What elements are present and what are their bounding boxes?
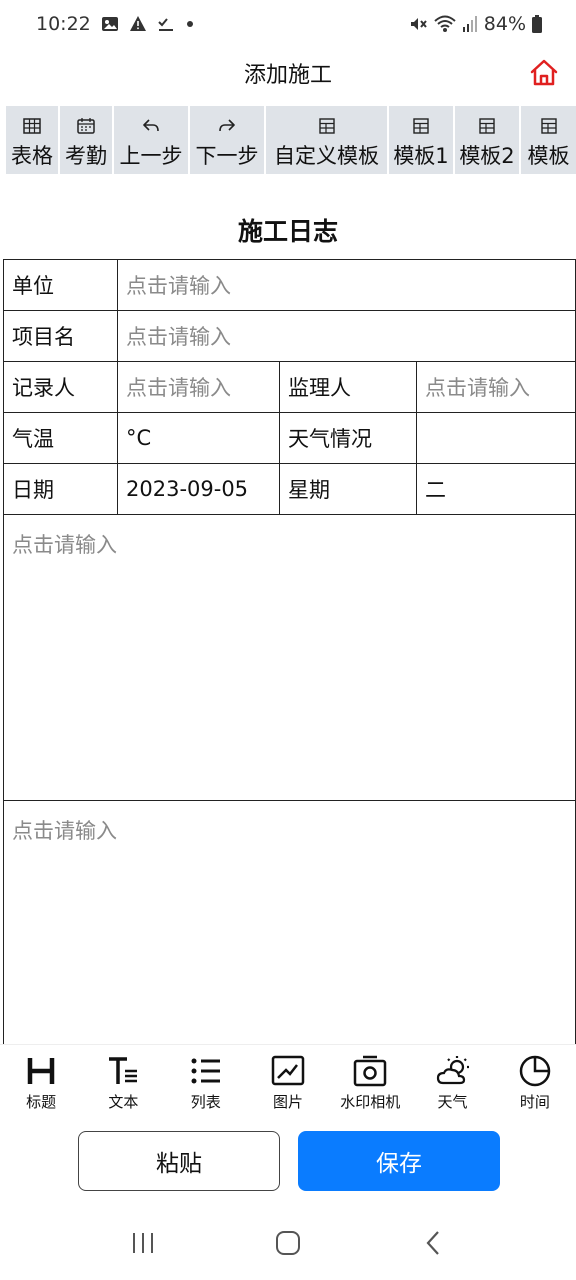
home-button[interactable] <box>526 54 562 90</box>
status-bar: 10:22 84% <box>0 0 576 48</box>
home-nav-icon <box>275 1231 300 1255</box>
action-bar: 粘贴 保存 <box>0 1118 576 1206</box>
text-button[interactable]: 文本 <box>82 1045 164 1118</box>
camera-icon <box>354 1055 387 1087</box>
table-row: 项目名 点击请输入 <box>3 310 576 362</box>
save-button[interactable]: 保存 <box>298 1131 500 1191</box>
template-icon <box>540 118 557 134</box>
dot-icon <box>185 19 195 29</box>
document-title: 施工日志 <box>237 217 338 246</box>
home-icon <box>530 59 558 86</box>
weather-button[interactable]: 天气 <box>411 1045 493 1118</box>
temperature-input[interactable]: °C <box>117 412 280 464</box>
home-nav-button[interactable] <box>258 1218 318 1268</box>
calendar-icon <box>77 118 95 134</box>
temperature-label: 气温 <box>3 412 118 464</box>
project-input[interactable]: 点击请输入 <box>116 310 576 362</box>
recorder-label: 记录人 <box>3 361 118 413</box>
heading-icon <box>27 1058 55 1084</box>
recent-apps-icon <box>132 1233 153 1253</box>
template-icon <box>318 118 335 134</box>
project-label: 项目名 <box>3 310 118 362</box>
recorder-input[interactable]: 点击请输入 <box>117 361 280 413</box>
list-icon <box>191 1058 220 1084</box>
undo-button[interactable]: 上一步 <box>114 106 188 174</box>
template3-button[interactable]: 模板 <box>521 106 576 174</box>
toolbar: 表格 考勤 上一步 下一步 自定义模板 模板1 模板2 模板 <box>6 106 576 174</box>
template2-button[interactable]: 模板2 <box>455 106 519 174</box>
signal-icon <box>462 15 478 33</box>
table-row: 点击请输入 <box>2 800 576 1051</box>
recent-apps-button[interactable] <box>113 1218 173 1268</box>
table-row: 气温 °C 天气情况 <box>3 412 576 464</box>
custom-template-button[interactable]: 自定义模板 <box>266 106 387 174</box>
content-textarea-2[interactable]: 点击请输入 <box>2 800 576 1051</box>
insert-toolbar: 标题 文本 列表 图片 水印相机 天气 时间 <box>0 1044 576 1118</box>
table-row: 记录人 点击请输入 监理人 点击请输入 <box>3 361 576 413</box>
table-row: 日期 2023-09-05 星期 二 <box>3 463 576 515</box>
unit-label: 单位 <box>3 259 118 311</box>
content-textarea-1[interactable]: 点击请输入 <box>2 514 576 801</box>
battery-percent: 84% <box>483 13 526 35</box>
back-icon <box>426 1231 440 1255</box>
clock-icon <box>519 1055 551 1087</box>
image-icon <box>101 15 119 33</box>
construction-log-table: 单位 点击请输入 项目名 点击请输入 记录人 点击请输入 监理人 点击请输入 气… <box>2 259 576 1051</box>
mute-icon <box>408 14 428 34</box>
header: 添加施工 <box>0 48 576 98</box>
unit-input[interactable]: 点击请输入 <box>116 259 576 311</box>
back-button[interactable] <box>403 1218 463 1268</box>
watermark-camera-button[interactable]: 水印相机 <box>329 1045 411 1118</box>
picture-icon <box>271 1055 305 1086</box>
checklist-icon <box>157 15 175 33</box>
supervisor-label: 监理人 <box>279 361 417 413</box>
redo-button[interactable]: 下一步 <box>190 106 264 174</box>
text-icon <box>109 1057 138 1084</box>
table-icon <box>23 118 41 134</box>
attendance-button[interactable]: 考勤 <box>60 106 112 174</box>
supervisor-input[interactable]: 点击请输入 <box>415 361 576 413</box>
status-time: 10:22 <box>36 13 91 35</box>
weather-label: 天气情况 <box>279 412 417 464</box>
table-button[interactable]: 表格 <box>6 106 58 174</box>
time-button[interactable]: 时间 <box>494 1045 576 1118</box>
date-label: 日期 <box>3 463 118 515</box>
wifi-icon <box>434 15 456 33</box>
page-title: 添加施工 <box>243 63 332 88</box>
list-button[interactable]: 列表 <box>165 1045 247 1118</box>
warning-icon <box>129 15 147 33</box>
table-row: 点击请输入 <box>2 514 576 801</box>
heading-button[interactable]: 标题 <box>0 1045 82 1118</box>
battery-icon <box>532 15 542 33</box>
redo-icon <box>219 119 235 132</box>
undo-icon <box>143 119 159 132</box>
weather-icon <box>436 1056 469 1085</box>
template-icon <box>413 118 429 134</box>
paste-button[interactable]: 粘贴 <box>78 1131 280 1191</box>
weekday-input[interactable]: 二 <box>415 463 576 515</box>
template-icon <box>479 118 495 134</box>
picture-button[interactable]: 图片 <box>247 1045 329 1118</box>
date-input[interactable]: 2023-09-05 <box>117 463 280 515</box>
table-row: 单位 点击请输入 <box>3 259 576 311</box>
weekday-label: 星期 <box>279 463 417 515</box>
weather-input[interactable] <box>415 412 576 464</box>
template1-button[interactable]: 模板1 <box>389 106 453 174</box>
system-nav-bar <box>0 1206 576 1280</box>
